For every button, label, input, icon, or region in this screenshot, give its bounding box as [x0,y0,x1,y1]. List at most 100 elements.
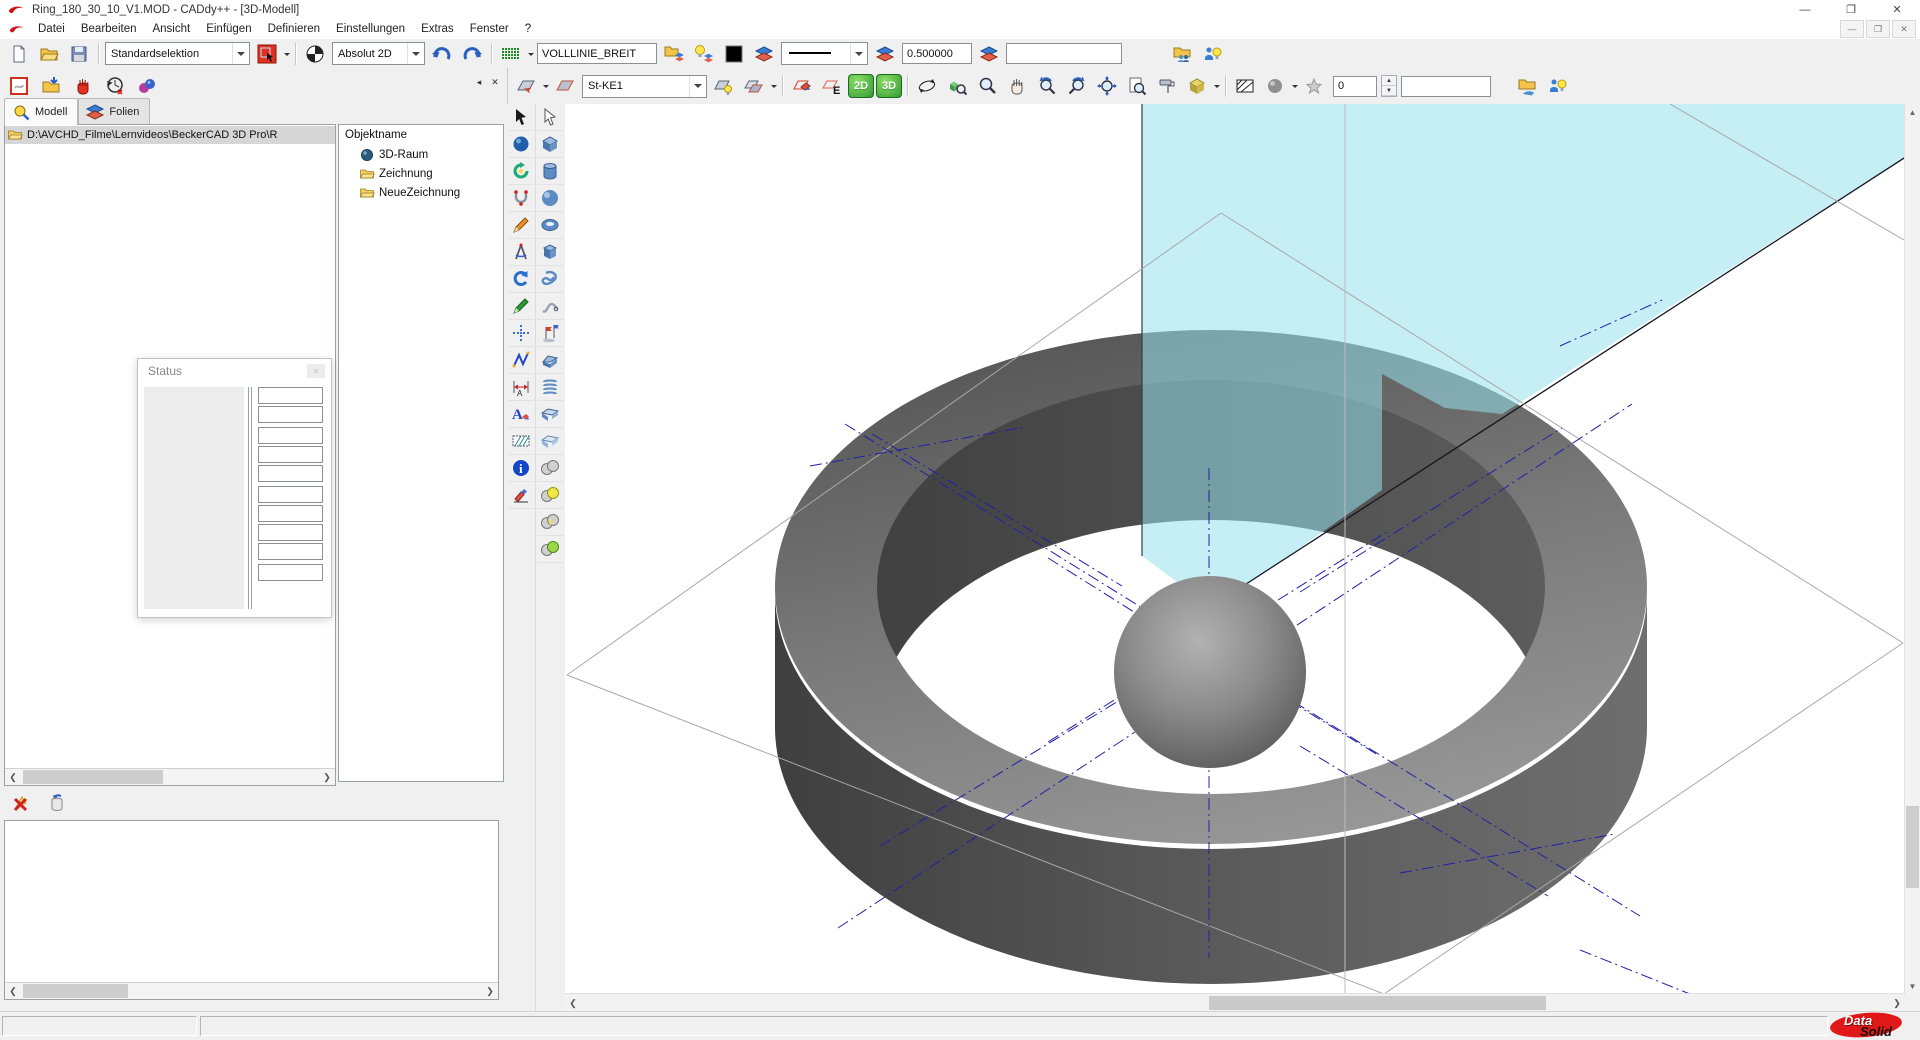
line-style-name-field[interactable] [537,43,657,64]
info-field[interactable] [1401,76,1491,97]
workplane-combo[interactable]: St-KE1 [582,75,707,98]
object-item-neuezeichnung[interactable]: NeueZeichnung [359,185,503,201]
status-field-4[interactable] [258,446,323,463]
sphere-solid[interactable] [1114,576,1306,768]
tool-bool-union-button[interactable] [537,455,563,482]
workplane-visibility-button[interactable] [709,73,739,100]
tool-bool-intersect-button[interactable] [537,509,563,536]
message-hscrollbar[interactable]: ❮ ❯ [5,982,498,999]
selection-filter-button-dropdown[interactable] [282,41,291,66]
close-button[interactable]: ✕ [1874,0,1920,19]
status-window-titlebar[interactable]: Status ✕ [138,359,331,383]
shading-button[interactable] [1260,73,1290,100]
scroll-left-icon[interactable]: ❮ [5,769,21,785]
clear-messages-button[interactable] [6,789,36,816]
tool-spline-button[interactable] [537,293,563,320]
redo-button[interactable] [457,40,487,67]
tool-wedge-button[interactable] [537,347,563,374]
detail-level-spinner-buttons[interactable]: ▲▼ [1381,75,1397,97]
menu-item-einfgen[interactable]: Einfügen [198,21,259,37]
render-mode-button-dropdown[interactable] [1212,74,1221,99]
tool-hatch-rect-button[interactable] [508,428,534,455]
status-field-10[interactable] [258,564,323,581]
save-button[interactable] [64,40,94,67]
workplane-list-button[interactable] [739,73,769,100]
viewport[interactable]: ▲ ▼ ❮ ❯ [565,104,1920,1012]
attribute-field[interactable] [1006,43,1122,64]
tool-torus-button[interactable] [537,212,563,239]
menu-item-bearbeiten[interactable]: Bearbeiten [73,21,145,37]
viewport-hscrollbar[interactable]: ❮ ❯ [565,993,1905,1012]
status-field-5[interactable] [258,465,323,482]
grid-snap-button[interactable] [496,40,526,67]
tool-compass-button[interactable] [508,239,534,266]
zoom-page-button[interactable] [1122,73,1152,100]
mdi-minimize-button[interactable]: — [1840,20,1864,38]
status-field-1[interactable] [258,387,323,404]
layer-visibility-button[interactable] [689,40,719,67]
spin-down-icon[interactable]: ▼ [1382,86,1396,96]
panel-undock-button[interactable]: ◂ [473,76,485,88]
vscroll-thumb[interactable] [1906,806,1919,888]
status-field-7[interactable] [258,505,323,522]
panel-load-button[interactable] [36,73,66,100]
material-visibility-button[interactable] [1543,73,1573,100]
shading-button-dropdown[interactable] [1290,74,1299,99]
mdi-close-button[interactable]: ✕ [1892,20,1916,38]
panel-clear-button[interactable] [4,73,34,100]
viewport-vscrollbar[interactable]: ▲ ▼ [1904,104,1920,994]
status-window-close-button[interactable]: ✕ [307,364,325,378]
view-2d-button[interactable]: 2D [848,74,874,98]
view-3d-button[interactable]: 3D [876,74,902,98]
apply-linewidth-layer-button[interactable] [974,40,1004,67]
material-open-button[interactable] [1513,73,1543,100]
undo-button[interactable] [427,40,457,67]
tab-modell[interactable]: Modell [4,98,78,125]
pan-button[interactable] [1002,73,1032,100]
zoom-window-button[interactable] [972,73,1002,100]
chevron-down-icon[interactable] [689,76,706,97]
workplane-delete-button[interactable] [787,73,817,100]
tree-hscrollbar[interactable]: ❮ ❯ [5,768,335,785]
spin-up-icon[interactable]: ▲ [1382,76,1396,86]
status-window[interactable]: Status ✕ [137,358,332,618]
menu-item-einstellungen[interactable]: Einstellungen [328,21,413,37]
status-field-6[interactable] [258,486,323,503]
tool-dimension-button[interactable]: A [508,374,534,401]
object-item-zeichnung[interactable]: Zeichnung [359,166,503,182]
chevron-down-icon[interactable] [232,43,249,64]
restore-button[interactable]: ❐ [1828,0,1874,19]
selection-filter-button[interactable] [252,40,282,67]
scroll-left-icon[interactable]: ❮ [565,995,581,1011]
tool-info-button[interactable]: i [508,455,534,482]
line-type-combo[interactable] [781,42,868,65]
tool-cylinder-button[interactable] [537,158,563,185]
workplane-edit-button[interactable]: E [817,73,847,100]
restore-messages-button[interactable] [42,789,72,816]
tool-snap-cross-button[interactable] [508,320,534,347]
zoom-fit-button[interactable] [1092,73,1122,100]
chevron-down-icon[interactable] [407,43,424,64]
scroll-left-icon[interactable]: ❮ [5,983,21,999]
tool-slab-button[interactable] [537,401,563,428]
tool-select-arrow-button[interactable] [508,104,534,131]
group-visibility-button[interactable] [1198,40,1228,67]
tool-sphere-blue-button[interactable] [508,131,534,158]
tool-clamp-button[interactable] [508,185,534,212]
zoom-object-button[interactable] [942,73,972,100]
tool-arrow-white-button[interactable] [537,104,563,131]
status-field-3[interactable] [258,427,323,444]
scroll-down-icon[interactable]: ▼ [1905,978,1920,994]
menu-item-datei[interactable]: Datei [30,21,73,37]
effects-button[interactable] [1299,73,1329,100]
workplane-button[interactable] [511,73,541,100]
new-file-button[interactable] [4,40,34,67]
scroll-up-icon[interactable]: ▲ [1905,104,1920,120]
apply-color-layer-button[interactable] [749,40,779,67]
tool-spring-button[interactable] [537,374,563,401]
coordinate-origin-button[interactable] [300,40,330,67]
coordinate-mode-combo[interactable]: Absolut 2D [332,42,425,65]
workplane-button-dropdown[interactable] [541,74,550,99]
tab-folien[interactable]: Folien [78,98,150,125]
tool-cube-button[interactable] [537,131,563,158]
